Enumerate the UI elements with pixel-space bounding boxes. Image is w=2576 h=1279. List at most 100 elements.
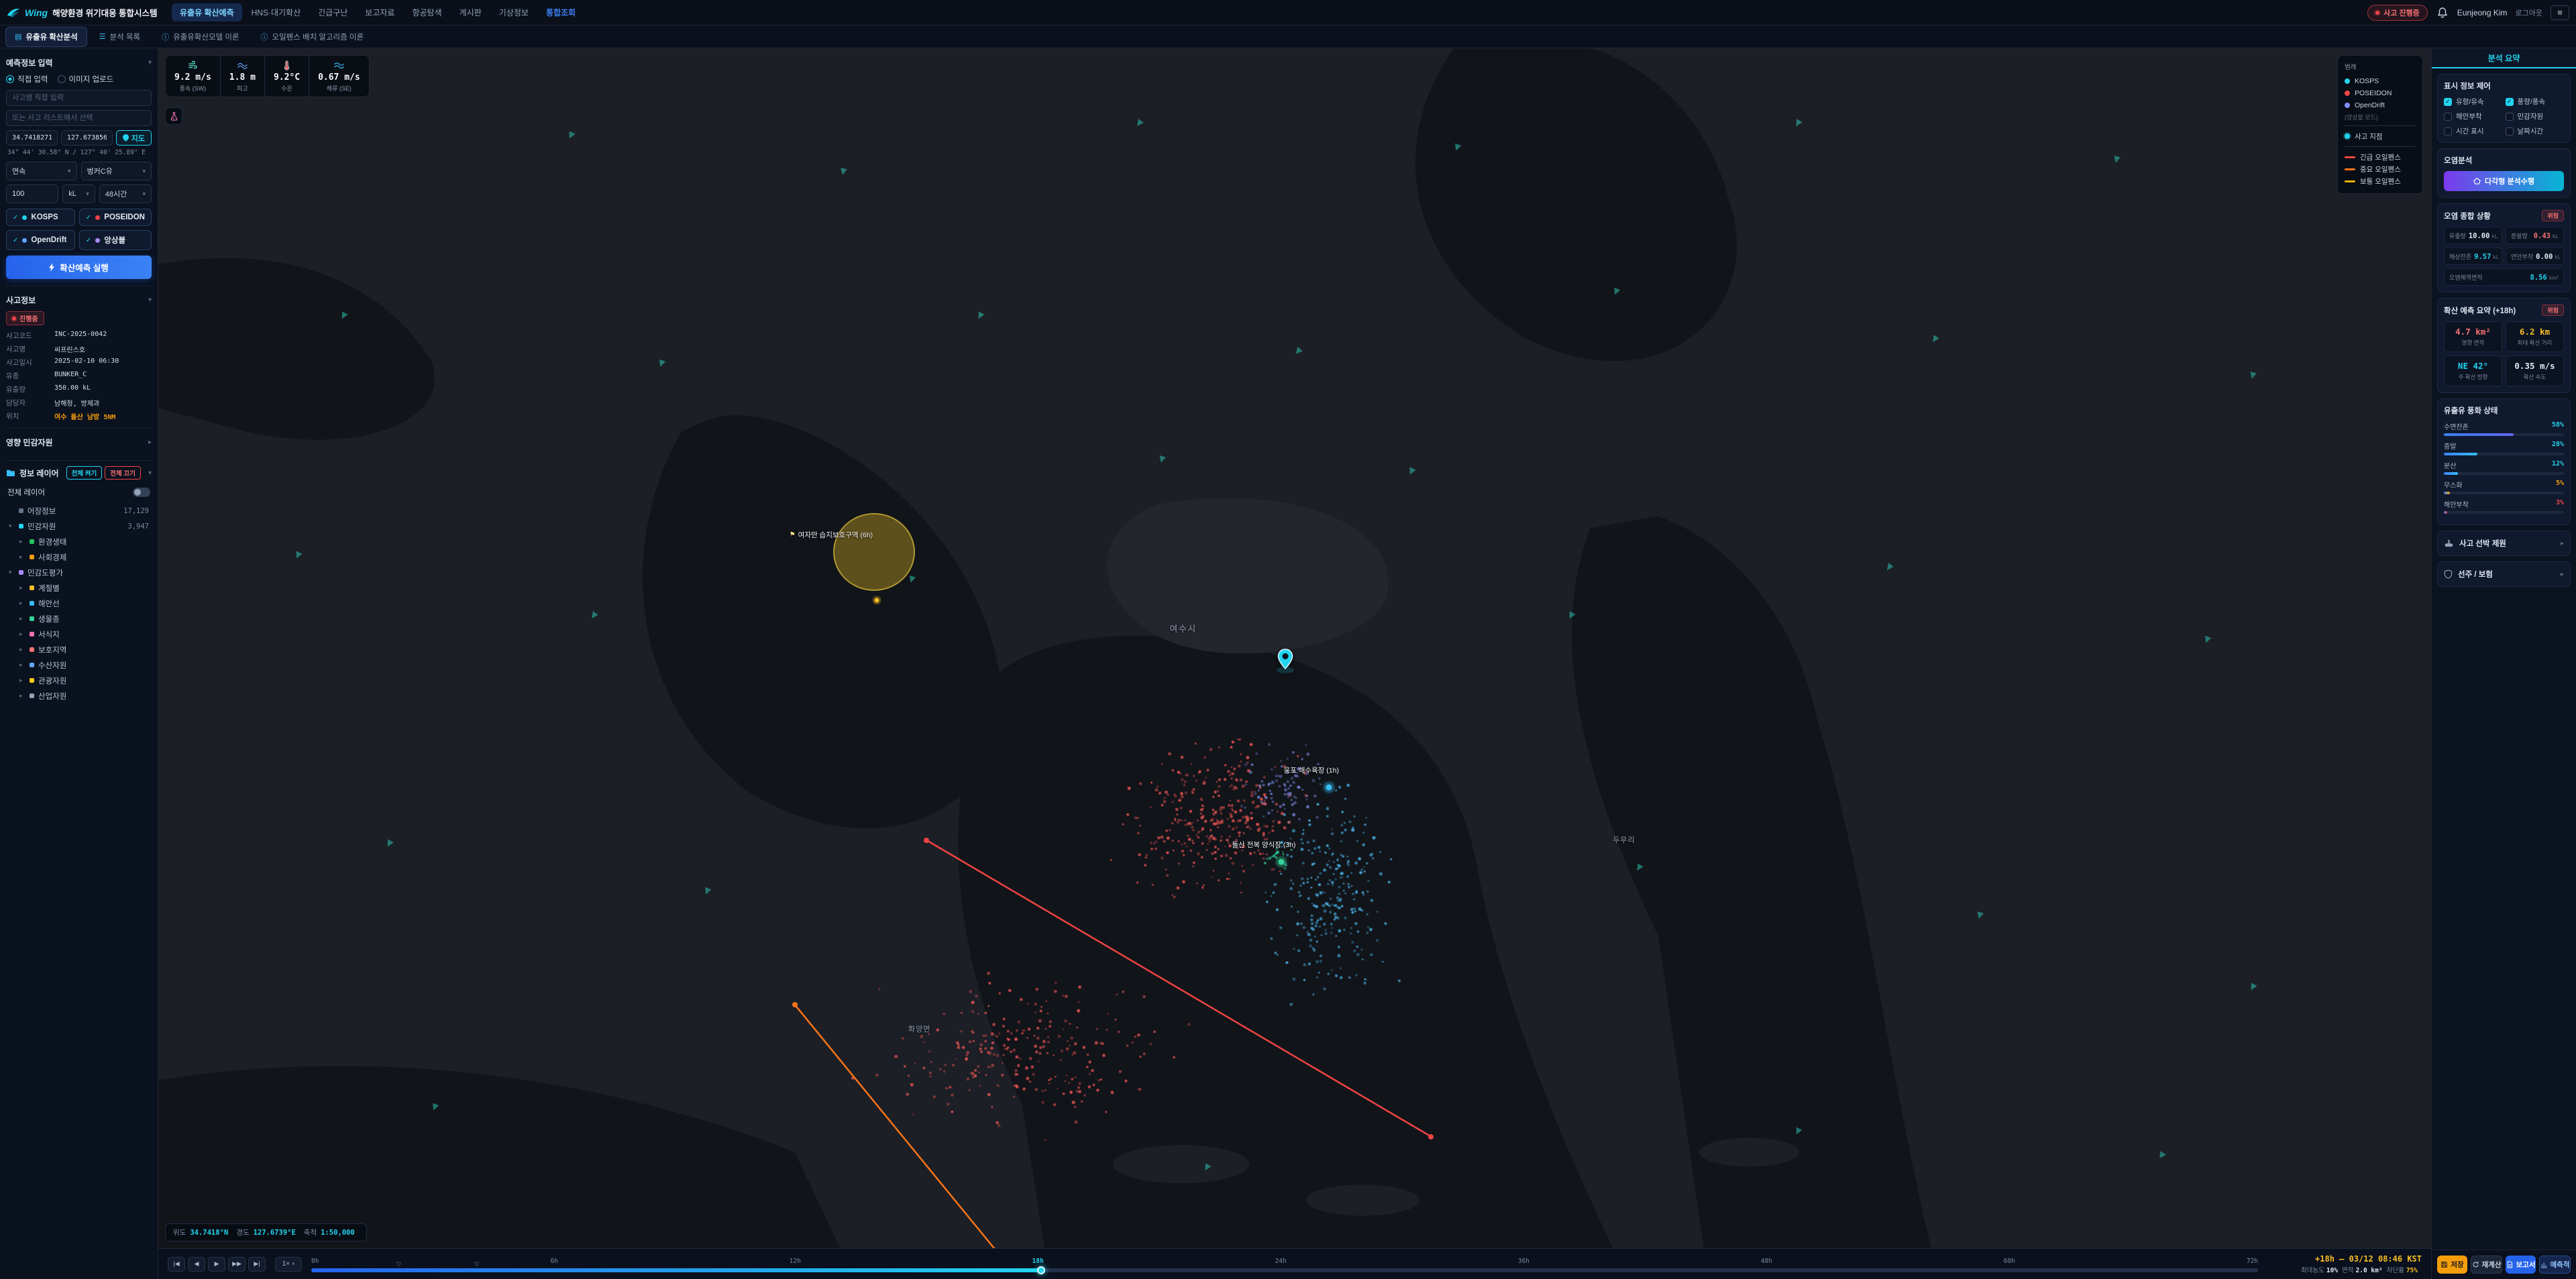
chevron-down-icon: ▾ bbox=[86, 190, 89, 198]
owner-section-title: 선주 / 보험 bbox=[2458, 569, 2555, 579]
forecast-stat-value: 6.2 km bbox=[2509, 327, 2561, 337]
nav-item-4[interactable]: 보고자료 bbox=[357, 3, 402, 21]
all-layers-off-button[interactable]: 전체 끄기 bbox=[105, 466, 141, 480]
incident-list-input[interactable] bbox=[6, 110, 152, 126]
model-chip-poseidon[interactable]: ✓POSEIDON bbox=[79, 209, 152, 226]
display-option-2[interactable]: ✓풍향/풍속 bbox=[2506, 97, 2565, 107]
event-marker-icon[interactable]: ♡ bbox=[396, 1261, 402, 1268]
fence-endpoint[interactable] bbox=[924, 838, 929, 843]
map-column: ⚑ 여자만 습지보호구역 (6h) 웅포 해수욕장 (1h) 돌산 전복 양식장… bbox=[158, 48, 2431, 1279]
tab-1[interactable]: ▤유출유 확산분석 bbox=[5, 27, 87, 47]
incident-location-pin[interactable] bbox=[1277, 649, 1293, 670]
layer-tree-item[interactable]: ▸보호지역 bbox=[6, 642, 152, 657]
app-logo[interactable]: Wing 해양환경 위기대응 통합시스템 bbox=[7, 6, 165, 19]
latitude-input[interactable] bbox=[6, 130, 58, 146]
재계산-button[interactable]: 재계산 bbox=[2471, 1256, 2502, 1274]
notification-bell-icon[interactable] bbox=[2436, 6, 2449, 19]
layer-tree-item[interactable]: ▸서식지 bbox=[6, 626, 152, 642]
fence-endpoint[interactable] bbox=[792, 1002, 798, 1007]
display-option-4[interactable]: 민감자원 bbox=[2506, 111, 2565, 121]
spill-type-select[interactable]: 연속▾ bbox=[6, 162, 77, 180]
flask-icon bbox=[170, 112, 178, 121]
incident-field-value: BUNKER_C bbox=[54, 371, 152, 381]
layer-tree-item[interactable]: ▸계절별 bbox=[6, 580, 152, 596]
timeline-handle[interactable] bbox=[1037, 1266, 1045, 1274]
sensitive-section-header[interactable]: 영향 민감자원 ▸ bbox=[6, 437, 152, 448]
display-option-5[interactable]: 시간 표시 bbox=[2444, 126, 2503, 136]
pick-on-map-button[interactable]: 지도 bbox=[116, 130, 152, 146]
tab-4[interactable]: ⓘ오일펜스 배치 알고리즘 이론 bbox=[251, 27, 373, 47]
timeline-stat-value: 10% bbox=[2326, 1267, 2338, 1274]
beach-resource-marker[interactable] bbox=[1326, 785, 1332, 791]
layer-tree-item[interactable]: ▸수산자원 bbox=[6, 657, 152, 673]
layer-tree-item[interactable]: ▸관광자원 bbox=[6, 673, 152, 688]
보고서-button[interactable]: 보고서 bbox=[2506, 1256, 2536, 1274]
layers-section-header[interactable]: 정보 레이어 전체 켜기 전체 끄기 ▾ bbox=[6, 466, 152, 480]
chevron-down-icon: ▾ bbox=[142, 168, 146, 175]
layer-tree-item[interactable]: ▸해안선 bbox=[6, 596, 152, 611]
playback-speed-select[interactable]: 1×▾ bbox=[275, 1257, 302, 1272]
polygon-analysis-button[interactable]: 다각형 분석수행 bbox=[2444, 171, 2564, 191]
first-button[interactable]: |◀ bbox=[168, 1257, 185, 1272]
incident-name-input[interactable] bbox=[6, 90, 152, 106]
nav-item-7[interactable]: 기상정보 bbox=[491, 3, 537, 21]
display-option-1[interactable]: ✓유향/유속 bbox=[2444, 97, 2503, 107]
nav-item-8[interactable]: 통합조회 bbox=[538, 3, 584, 21]
layer-tree-item[interactable]: ▸환경생태 bbox=[6, 534, 152, 549]
incident-section-header[interactable]: 사고정보 ▾ bbox=[6, 294, 152, 306]
layer-tree-item[interactable]: ▾민감도평가 bbox=[6, 565, 152, 580]
fence-endpoint[interactable] bbox=[1428, 1134, 1434, 1139]
display-option-3[interactable]: 해안부착 bbox=[2444, 111, 2503, 121]
last-button[interactable]: ▶| bbox=[248, 1257, 266, 1272]
model-chip-opendrift[interactable]: ✓OpenDrift bbox=[6, 230, 75, 250]
unit-select[interactable]: kL▾ bbox=[62, 184, 95, 203]
timeline-slider[interactable]: ♡♡ bbox=[311, 1268, 2258, 1272]
layer-tree-item[interactable]: ▸생물종 bbox=[6, 611, 152, 626]
nav-item-3[interactable]: 긴급구난 bbox=[310, 3, 356, 21]
tab-3[interactable]: ⓘ유출유확산모델 이론 bbox=[152, 27, 248, 47]
lon-value: 127.6739°E bbox=[254, 1229, 296, 1237]
farm-resource-marker[interactable] bbox=[1278, 858, 1284, 865]
layer-tree-item[interactable]: ▸산업자원 bbox=[6, 688, 152, 704]
layer-tree-item[interactable]: 어장정보17,129 bbox=[6, 503, 152, 518]
check-icon: ✓ bbox=[86, 214, 91, 221]
ship-spec-section[interactable]: 사고 선박 제원 ▸ bbox=[2437, 531, 2571, 556]
play-button[interactable]: ▶ bbox=[208, 1257, 225, 1272]
protected-area-marker[interactable] bbox=[874, 598, 879, 602]
map-canvas[interactable]: ⚑ 여자만 습지보호구역 (6h) 웅포 해수욕장 (1h) 돌산 전복 양식장… bbox=[158, 48, 2431, 1248]
예측적-button[interactable]: 예측적 bbox=[2539, 1256, 2571, 1274]
nav-item-2[interactable]: HNS·대기확산 bbox=[244, 3, 309, 21]
model-chip-앙상블[interactable]: ✓앙상블 bbox=[79, 230, 152, 250]
predict-section-header[interactable]: 예측정보 입력 ▾ bbox=[6, 57, 152, 68]
longitude-input[interactable] bbox=[61, 130, 113, 146]
ff-button[interactable]: ▶▶ bbox=[228, 1257, 246, 1272]
logout-button[interactable]: 로그아웃 bbox=[2516, 7, 2542, 18]
incident-fields: 사고코드INC-2025-0042사고명씨프린스호사고일시2025-02-10 … bbox=[6, 331, 152, 421]
nav-item-1[interactable]: 유출유 확산예측 bbox=[172, 3, 242, 21]
incident-active-badge[interactable]: 사고 진행중 bbox=[2367, 5, 2428, 21]
layer-tree-item[interactable]: ▸사회경제 bbox=[6, 549, 152, 565]
event-marker-icon[interactable]: ♡ bbox=[474, 1261, 480, 1268]
amount-input[interactable] bbox=[6, 184, 58, 203]
저장-button[interactable]: 저장 bbox=[2437, 1256, 2467, 1274]
owner-insurance-section[interactable]: 선주 / 보험 ▸ bbox=[2437, 561, 2571, 587]
oil-type-select[interactable]: 벙커C유▾ bbox=[81, 162, 152, 180]
nav-item-5[interactable]: 항공탐색 bbox=[404, 3, 449, 21]
layer-tree-item[interactable]: ▾민감자원3,947 bbox=[6, 518, 152, 534]
duration-select[interactable]: 48시간▾ bbox=[99, 184, 152, 203]
master-layer-toggle[interactable] bbox=[133, 488, 150, 497]
incident-field-label: 사고일시 bbox=[6, 357, 49, 368]
radio-image-upload[interactable]: 이미지 업로드 bbox=[58, 74, 114, 85]
tab-2[interactable]: ☰분석 목록 bbox=[90, 27, 150, 47]
nav-item-6[interactable]: 게시판 bbox=[451, 3, 490, 21]
hamburger-menu-button[interactable]: ≡ bbox=[2551, 5, 2569, 20]
all-layers-on-button[interactable]: 전체 켜기 bbox=[66, 466, 103, 480]
model-chip-kosps[interactable]: ✓KOSPS bbox=[6, 209, 75, 226]
prev-button[interactable]: ◀ bbox=[188, 1257, 205, 1272]
display-option-6[interactable]: 날짜시간 bbox=[2506, 126, 2565, 136]
tick-18h: 18h bbox=[1032, 1258, 1044, 1265]
analysis-summary-tab[interactable]: 분석 요약 bbox=[2432, 48, 2576, 68]
radio-direct-input[interactable]: 직접 입력 bbox=[6, 74, 48, 85]
run-prediction-button[interactable]: 확산예측 실행 bbox=[6, 256, 152, 279]
sample-tool-button[interactable] bbox=[165, 107, 182, 125]
